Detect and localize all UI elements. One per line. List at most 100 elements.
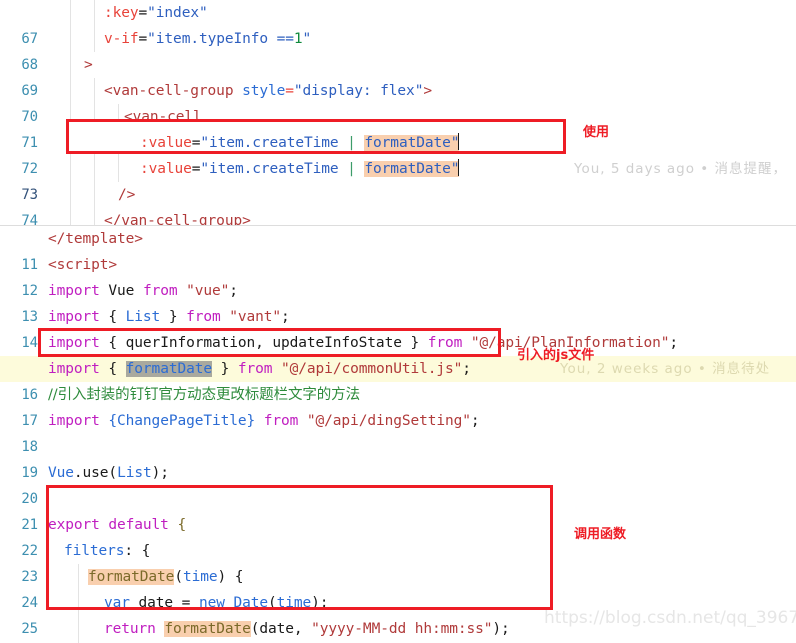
token-paren: (: [174, 569, 183, 585]
token-keyword: new: [198, 595, 225, 611]
code-text: :key="index": [104, 0, 208, 26]
code-line[interactable]: 26 return formatDate(date, "yyyy-MM-dd h…: [0, 616, 510, 642]
token-type: Date: [224, 595, 268, 611]
code-line[interactable]: 17 //引入封装的钉钉官方动态更改标题栏文字的方法: [0, 382, 360, 429]
token-paren: (: [108, 465, 118, 481]
code-line[interactable]: 70 <van-cell-group style="display: flex"…: [0, 78, 432, 125]
indent-guide: [78, 616, 79, 642]
indent-guide: [70, 208, 71, 226]
token-eq: =: [285, 83, 294, 99]
text-cursor: [458, 133, 460, 150]
token-keyword: from: [237, 361, 273, 377]
token-highlight-formatdate: formatDate: [364, 135, 451, 151]
indent-guide: [94, 182, 95, 208]
code-line[interactable]: 22 export default {: [0, 512, 186, 559]
token-string: "@/api/dingSetting": [298, 413, 471, 429]
code-line-current[interactable]: 73 :value="item.createTime | formatDate"…: [0, 156, 786, 203]
token-string: "display: flex": [293, 83, 424, 99]
text-cursor: [458, 159, 460, 176]
editor-pane-bottom[interactable]: 11 </template> 12 <script> 13 import Vue…: [0, 226, 796, 643]
code-line[interactable]: 24 formatDate(time) {: [0, 564, 243, 611]
token-arg: time: [182, 569, 218, 585]
code-line[interactable]: 68 v-if="item.typeInfo ==1": [0, 26, 311, 73]
code-line[interactable]: 67 :key="index": [0, 0, 208, 47]
code-line[interactable]: 74 />: [0, 182, 135, 226]
token-highlight-formatdate: formatDate: [164, 621, 251, 637]
token-string: "item.typeInfo ==: [147, 31, 294, 47]
token-pipe: |: [347, 135, 356, 151]
token-keyword: import: [48, 335, 100, 351]
token-dot: .: [73, 465, 83, 481]
code-line[interactable]: 69 >: [0, 52, 93, 99]
token-brace: }: [401, 335, 428, 351]
token-string: "item.createTime: [200, 135, 348, 151]
code-line[interactable]: 11 </template>: [0, 226, 143, 273]
token-tag: />: [118, 187, 136, 203]
code-line[interactable]: 18 import {ChangePageTitle} from "@/api/…: [0, 408, 479, 455]
token-identifier: Vue: [99, 283, 143, 299]
indent-guide: [70, 52, 71, 78]
token-brace: }: [211, 361, 238, 377]
token-tag: </template>: [48, 231, 143, 247]
code-line[interactable]: 14 import { List } from "vant";: [0, 304, 289, 351]
code-line[interactable]: 12 <script>: [0, 252, 117, 299]
token-string: "item.createTime: [200, 161, 348, 177]
code-line[interactable]: 13 import Vue from "vue";: [0, 278, 238, 325]
token-highlight-formatdate: formatDate: [88, 569, 175, 585]
token-attr: :value: [140, 161, 192, 177]
code-text: import {ChangePageTitle} from "@/api/din…: [48, 408, 480, 434]
code-text: var date = new Date(time);: [104, 590, 329, 616]
code-text: Vue.use(List);: [48, 460, 169, 486]
token-keyword: var: [104, 595, 130, 611]
code-text: v-if="item.typeInfo ==1": [104, 26, 311, 52]
code-line[interactable]: 23 filters: {: [0, 538, 150, 585]
token-semicolon: ;: [470, 413, 480, 429]
code-text: </van-cell-group>: [104, 208, 251, 226]
token-brace: {: [168, 517, 187, 533]
indent-guide: [118, 156, 119, 182]
indent-guide: [94, 156, 95, 182]
code-text: <script>: [48, 252, 117, 278]
token-paren: ) {: [217, 569, 244, 585]
annotation-label-use: 使用: [583, 125, 610, 140]
code-line[interactable]: 25 var date = new Date(time);: [0, 590, 329, 637]
code-line-highlighted[interactable]: 16 import { formatDate } from "@/api/com…: [0, 356, 796, 403]
code-text: import { formatDate } from "@/api/common…: [48, 356, 471, 382]
code-text: </template>: [48, 226, 143, 252]
code-line[interactable]: 75 </van-cell-group>: [0, 208, 251, 226]
token-brace: {: [99, 309, 126, 325]
code-line[interactable]: 19: [0, 434, 38, 481]
token-string: "vant": [220, 309, 282, 325]
code-text: :value="item.createTime | formatDate": [140, 156, 460, 182]
token-eq: =: [138, 31, 148, 47]
token-paren: );: [151, 465, 169, 481]
token-identifier: List: [125, 309, 161, 325]
indent-guide: [94, 208, 95, 226]
token-keyword: import: [48, 309, 100, 325]
pane-divider: [0, 225, 796, 226]
token-string: "@/api/commonUtil.js": [272, 361, 463, 377]
code-text: import { List } from "vant";: [48, 304, 290, 330]
token-semicolon: ;: [669, 335, 679, 351]
token-keyword: from: [186, 309, 221, 325]
editor-pane-top[interactable]: 67 :key="index" 68 v-if="item.typeInfo =…: [0, 0, 796, 226]
code-text: import Vue from "vue";: [48, 278, 238, 304]
code-text: formatDate(time) {: [88, 564, 243, 590]
token-string: "yyyy-MM-dd hh:mm:ss": [311, 621, 493, 637]
token-paren: );: [311, 595, 329, 611]
indent-guide: [70, 182, 71, 208]
indent-guide: [70, 0, 71, 26]
token-identifier: date: [129, 595, 182, 611]
token-brace: {: [99, 335, 126, 351]
token-brace: }: [160, 309, 187, 325]
token-tag: <script>: [48, 257, 118, 273]
code-line[interactable]: 20 Vue.use(List);: [0, 460, 169, 507]
code-line[interactable]: 15 import { querInformation, updateInfoS…: [0, 330, 678, 377]
token-brace: {ChangePageTitle}: [99, 413, 264, 429]
token-key: filters: [64, 543, 125, 559]
indent-guide: [70, 26, 71, 52]
token-attr: :key: [104, 5, 139, 21]
token-keyword: import: [48, 283, 100, 299]
token-brace: {: [99, 361, 126, 377]
code-line[interactable]: 21: [0, 486, 38, 533]
